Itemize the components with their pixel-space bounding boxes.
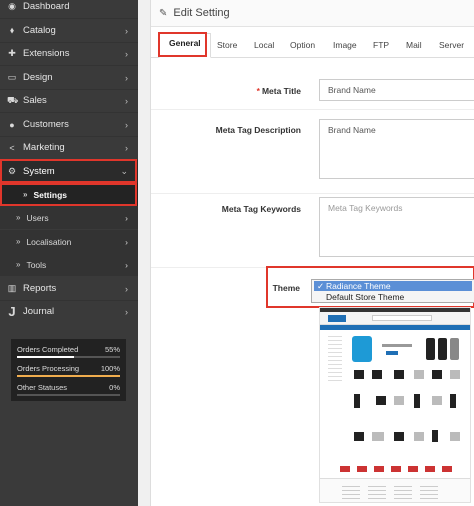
checkmark-icon: ✓	[317, 281, 325, 291]
sidebar-item-customers[interactable]: ● Customers ›	[0, 113, 138, 136]
sidebar: ◉ Dashboard ⬧ Catalog › ✚ Extensions › ▭…	[0, 0, 138, 506]
sidebar-item-label: System	[23, 166, 55, 177]
sidebar-item-design[interactable]: ▭ Design ›	[0, 66, 138, 89]
double-chevron-right-icon: »	[16, 237, 21, 246]
sidebar-item-label: Customers	[23, 119, 69, 130]
tab-mail[interactable]: Mail	[406, 40, 422, 50]
chevron-right-icon: ›	[125, 306, 128, 317]
sidebar-item-label: Journal	[23, 306, 55, 317]
theme-option-default[interactable]: Default Store Theme	[314, 292, 472, 302]
chevron-right-icon: ›	[125, 212, 128, 223]
monitor-icon: ▭	[7, 72, 17, 82]
bar-chart-icon: ▥	[7, 283, 17, 293]
pencil-icon: ✎	[159, 7, 168, 19]
double-chevron-right-icon: »	[16, 260, 21, 269]
tab-server[interactable]: Server	[439, 40, 464, 50]
sidebar-item-extensions[interactable]: ✚ Extensions ›	[0, 42, 138, 65]
double-chevron-right-icon: »	[16, 213, 21, 222]
sidebar-item-dashboard[interactable]: ◉ Dashboard	[0, 0, 138, 18]
sidebar-item-label: Sales	[23, 95, 47, 106]
sidebar-subitem-localisation[interactable]: » Localisation ›	[0, 230, 138, 253]
progress-bar	[17, 375, 120, 377]
sidebar-subitem-settings[interactable]: » Settings	[0, 183, 138, 206]
chevron-right-icon: ›	[125, 119, 128, 130]
sidebar-item-marketing[interactable]: < Marketing ›	[0, 136, 138, 159]
order-stats-panel: Orders Completed 55% Orders Processing 1…	[11, 339, 126, 401]
tab-general[interactable]: General	[159, 33, 211, 58]
chevron-right-icon: ›	[125, 72, 128, 83]
sidebar-item-catalog[interactable]: ⬧ Catalog ›	[0, 19, 138, 42]
meta-description-row: Meta Tag Description Brand Name	[151, 110, 474, 194]
chevron-right-icon: ›	[125, 142, 128, 153]
chevron-right-icon: ›	[125, 236, 128, 247]
sidebar-subitem-label: Tools	[26, 259, 47, 270]
page-title: Edit Setting	[173, 7, 230, 19]
share-icon: <	[9, 142, 15, 153]
sidebar-item-journal[interactable]: J Journal ›	[0, 300, 138, 323]
main-panel: ✎ Edit Setting General Store Local Optio…	[150, 0, 474, 506]
progress-bar	[17, 394, 120, 396]
tab-ftp[interactable]: FTP	[373, 40, 389, 50]
sidebar-item-reports[interactable]: ▥ Reports ›	[0, 277, 138, 300]
progress-fill	[17, 356, 74, 358]
user-icon: ●	[9, 119, 15, 130]
meta-description-textarea[interactable]: Brand Name	[319, 119, 474, 179]
theme-preview-image	[319, 307, 471, 503]
meta-keywords-textarea[interactable]: Meta Tag Keywords	[319, 197, 474, 257]
sidebar-subitem-tools[interactable]: » Tools ›	[0, 253, 138, 276]
sidebar-item-label: Reports	[23, 283, 57, 294]
sidebar-item-system[interactable]: ⚙ System ⌄	[0, 160, 138, 183]
chevron-right-icon: ›	[125, 95, 128, 106]
progress-fill	[17, 375, 120, 377]
stat-orders-completed: Orders Completed 55%	[17, 344, 120, 363]
chevron-right-icon: ›	[125, 259, 128, 270]
sidebar-subitem-label: Localisation	[26, 236, 72, 247]
tab-option[interactable]: Option	[290, 40, 315, 50]
meta-title-input[interactable]: Brand Name	[319, 79, 474, 101]
chevron-right-icon: ›	[125, 25, 128, 36]
meta-title-label: * Meta Title	[256, 86, 301, 96]
theme-option-radiance[interactable]: ✓ Radiance Theme	[314, 281, 472, 291]
journal-j-icon: J	[8, 304, 16, 319]
meta-title-row: * Meta Title Brand Name	[151, 68, 474, 110]
chevron-right-icon: ›	[125, 283, 128, 294]
meta-keywords-label: Meta Tag Keywords	[221, 204, 301, 214]
sidebar-item-label: Catalog	[23, 25, 56, 36]
theme-label: Theme	[272, 283, 300, 293]
tab-local[interactable]: Local	[254, 40, 274, 50]
sidebar-item-sales[interactable]: ⛟ Sales ›	[0, 89, 138, 112]
sidebar-item-label: Extensions	[23, 48, 70, 59]
settings-tabs: General Store Local Option Image FTP Mai…	[151, 32, 474, 58]
tab-image[interactable]: Image	[333, 40, 357, 50]
stat-other-statuses: Other Statuses 0%	[17, 382, 120, 401]
sidebar-item-label: Marketing	[23, 142, 65, 153]
tab-store[interactable]: Store	[217, 40, 237, 50]
progress-bar	[17, 356, 120, 358]
sidebar-item-label: Design	[23, 72, 53, 83]
stat-orders-processing: Orders Processing 100%	[17, 363, 120, 382]
sidebar-subitem-label: Settings	[33, 189, 67, 200]
double-chevron-right-icon: »	[23, 190, 28, 199]
panel-heading: ✎ Edit Setting	[151, 0, 474, 27]
chevron-down-icon: ⌄	[120, 166, 128, 176]
dashboard-icon: ◉	[8, 1, 16, 11]
theme-select[interactable]: ✓ Radiance Theme Default Store Theme	[311, 279, 474, 303]
meta-keywords-row: Meta Tag Keywords Meta Tag Keywords	[151, 194, 474, 268]
chevron-right-icon: ›	[125, 48, 128, 59]
cog-icon: ⚙	[7, 166, 17, 176]
sidebar-subitem-users[interactable]: » Users ›	[0, 206, 138, 229]
tag-icon: ⬧	[9, 25, 15, 35]
sidebar-item-label: Dashboard	[23, 1, 70, 12]
cart-icon: ⛟	[7, 94, 19, 105]
puzzle-icon: ✚	[8, 48, 16, 58]
meta-description-label: Meta Tag Description	[215, 125, 301, 135]
sidebar-subitem-label: Users	[26, 212, 49, 223]
